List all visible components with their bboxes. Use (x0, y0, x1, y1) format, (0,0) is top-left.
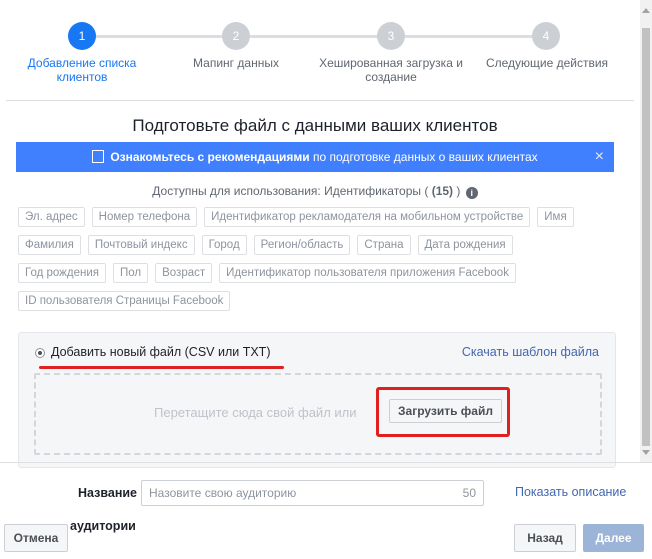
vertical-scrollbar[interactable] (640, 0, 652, 462)
stepper-divider (6, 100, 634, 101)
tag-row: ID пользователя Страницы Facebook (18, 291, 618, 311)
download-template-link[interactable]: Скачать шаблон файла (462, 345, 599, 359)
step-1-label[interactable]: Добавление списка клиентов (7, 56, 157, 84)
red-highlight-annotation: Загрузить файл (376, 387, 510, 437)
identifier-count: (15) (431, 184, 454, 198)
upload-card: Добавить новый файл (CSV или TXT) Скачат… (18, 332, 616, 468)
scroll-down-arrow-icon[interactable] (642, 450, 650, 455)
identifier-tag: Эл. адрес (18, 207, 85, 227)
available-identifiers-text: Доступны для использования: Идентификато… (0, 184, 630, 199)
tag-row: Эл. адрес Номер телефона Идентификатор р… (18, 207, 618, 227)
identifier-tag: ID пользователя Страницы Facebook (18, 291, 231, 311)
step-connector (405, 35, 533, 38)
step-1-circle[interactable]: 1 (68, 22, 96, 50)
footer-divider (0, 462, 652, 463)
available-prefix: Доступны для использования: Идентификато… (152, 184, 432, 198)
step-2-label[interactable]: Мапинг данных (161, 56, 311, 70)
identifier-tag: Почтовый индекс (87, 235, 195, 255)
step-2-circle[interactable]: 2 (222, 22, 250, 50)
close-icon[interactable]: × (595, 142, 604, 172)
identifier-tag: Город (201, 235, 247, 255)
step-connector (250, 35, 378, 38)
audience-name-input[interactable]: Назовите свою аудиторию 50 (141, 480, 484, 506)
page-title: Подготовьте файл с данными ваших клиенто… (132, 116, 498, 135)
upload-file-button[interactable]: Загрузить файл (389, 399, 502, 423)
identifier-tag: Идентификатор пользователя приложения Fa… (219, 263, 516, 283)
step-connector (96, 35, 224, 38)
identifier-tag: Возраст (155, 263, 213, 283)
step-4-label[interactable]: Следующие действия (472, 56, 622, 70)
identifier-tag: Регион/область (253, 235, 351, 255)
cancel-button[interactable]: Отмена (4, 524, 68, 552)
identifier-tag: Имя (537, 207, 574, 227)
audience-name-label: Название (78, 486, 138, 500)
character-counter: 50 (462, 486, 476, 500)
identifier-tag: Год рождения (18, 263, 106, 283)
step-3-label[interactable]: Хешированная загрузка и создание (316, 56, 466, 84)
document-icon (92, 150, 105, 163)
recommendations-banner: Ознакомьтесь с рекомендациями по подгото… (16, 142, 614, 172)
audience-name-placeholder: Назовите свою аудиторию (149, 486, 297, 500)
banner-text: по подготовке данных о ваших клиентах (309, 150, 538, 164)
back-button[interactable]: Назад (514, 524, 576, 552)
info-icon[interactable]: i (465, 187, 478, 199)
add-file-radio[interactable] (35, 348, 45, 358)
scroll-thumb[interactable] (642, 28, 650, 446)
identifier-tag: Пол (112, 263, 149, 283)
show-description-link[interactable]: Показать описание (515, 485, 626, 499)
progress-stepper: 1 2 3 4 Добавление списка клиентов Мапин… (0, 0, 640, 100)
tag-row: Год рождения Пол Возраст Идентификатор п… (18, 263, 618, 283)
scroll-up-arrow-icon[interactable] (642, 8, 650, 13)
identifier-tag: Номер телефона (91, 207, 198, 227)
red-underline-annotation (39, 366, 284, 369)
identifier-tags: Эл. адрес Номер телефона Идентификатор р… (18, 207, 618, 319)
identifier-tag: Дата рождения (417, 235, 513, 255)
add-file-label[interactable]: Добавить новый файл (CSV или TXT) (51, 345, 270, 359)
step-4-circle[interactable]: 4 (532, 22, 560, 50)
dropzone-text: Перетащите сюда свой файл или (154, 405, 357, 420)
identifier-tag: Фамилия (18, 235, 81, 255)
identifier-tag: Страна (357, 235, 411, 255)
next-button[interactable]: Далее (583, 524, 644, 552)
audience-label: аудитории (70, 519, 136, 533)
file-dropzone[interactable]: Перетащите сюда свой файл или Загрузить … (34, 373, 602, 455)
step-3-circle[interactable]: 3 (377, 22, 405, 50)
identifier-tag: Идентификатор рекламодателя на мобильном… (204, 207, 531, 227)
tag-row: Фамилия Почтовый индекс Город Регион/обл… (18, 235, 618, 255)
available-suffix: ) (453, 184, 461, 198)
recommendations-link[interactable]: Ознакомьтесь с рекомендациями (110, 150, 309, 164)
